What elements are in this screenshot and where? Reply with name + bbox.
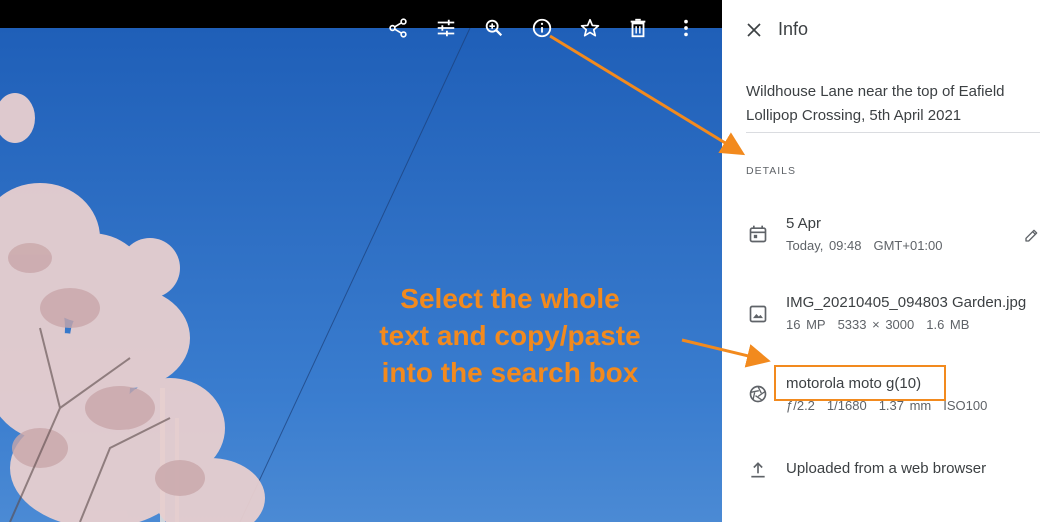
camera-model-highlight xyxy=(774,365,946,401)
date-subtitle: Today, 09:48 GMT+01:00 xyxy=(786,238,943,253)
pencil-icon xyxy=(1025,229,1038,242)
date-title: 5 Apr xyxy=(786,215,822,232)
edit-date-button[interactable] xyxy=(1020,223,1044,247)
annotation-line-2: text and copy/paste xyxy=(379,320,641,351)
delete-button[interactable] xyxy=(622,12,654,44)
zoom-in-icon xyxy=(485,19,503,37)
image-icon xyxy=(746,302,770,326)
date-row: 5 Apr Today, 09:48 GMT+01:00 xyxy=(722,212,1057,262)
file-row: IMG_20210405_094803 Garden.jpg 16 MP 5333… xyxy=(722,291,1057,341)
file-size: 1.6 MB xyxy=(926,317,970,332)
photo-blossom-tree xyxy=(0,27,471,522)
upload-icon xyxy=(746,458,770,482)
date-time: Today, 09:48 xyxy=(786,238,862,253)
annotation-line-1: Select the whole xyxy=(400,283,620,314)
edit-button[interactable] xyxy=(430,12,462,44)
file-name: IMG_20210405_094803 Garden.jpg xyxy=(786,294,1027,311)
more-vert-icon xyxy=(684,19,688,37)
info-button[interactable] xyxy=(526,12,558,44)
delete-icon xyxy=(630,18,646,38)
date-timezone: GMT+01:00 xyxy=(873,238,943,253)
annotation-text: Select the whole text and copy/paste int… xyxy=(320,280,700,391)
upload-row: Uploaded from a web browser xyxy=(722,458,1057,488)
file-megapixels: 16 MP xyxy=(786,317,826,332)
close-info-button[interactable] xyxy=(740,16,768,44)
photo-toolbar xyxy=(0,6,722,50)
star-icon xyxy=(580,18,600,37)
file-resolution: 5333 × 3000 xyxy=(837,317,915,332)
info-icon xyxy=(532,18,552,38)
details-heading: DETAILS xyxy=(746,165,796,177)
info-panel: Info Wildhouse Lane near the top of Eafi… xyxy=(722,0,1057,522)
info-panel-header: Info xyxy=(722,0,1057,58)
camera-iso: ISO100 xyxy=(943,398,988,413)
camera-shutter-icon xyxy=(746,382,770,406)
annotation-line-3: into the search box xyxy=(381,357,639,388)
close-icon xyxy=(747,23,761,37)
photo-image xyxy=(0,27,722,522)
calendar-icon xyxy=(746,222,770,246)
more-options-button[interactable] xyxy=(670,12,702,44)
share-icon xyxy=(389,18,407,38)
share-button[interactable] xyxy=(382,12,414,44)
file-subtitle: 16 MP 5333 × 3000 1.6 MB xyxy=(786,317,969,332)
favorite-button[interactable] xyxy=(574,12,606,44)
tune-icon xyxy=(437,19,455,37)
photo-description[interactable]: Wildhouse Lane near the top of Eafield L… xyxy=(746,80,1040,133)
upload-source: Uploaded from a web browser xyxy=(786,460,987,477)
info-panel-title: Info xyxy=(778,19,809,39)
photo-viewer[interactable] xyxy=(0,0,722,522)
zoom-button[interactable] xyxy=(478,12,510,44)
